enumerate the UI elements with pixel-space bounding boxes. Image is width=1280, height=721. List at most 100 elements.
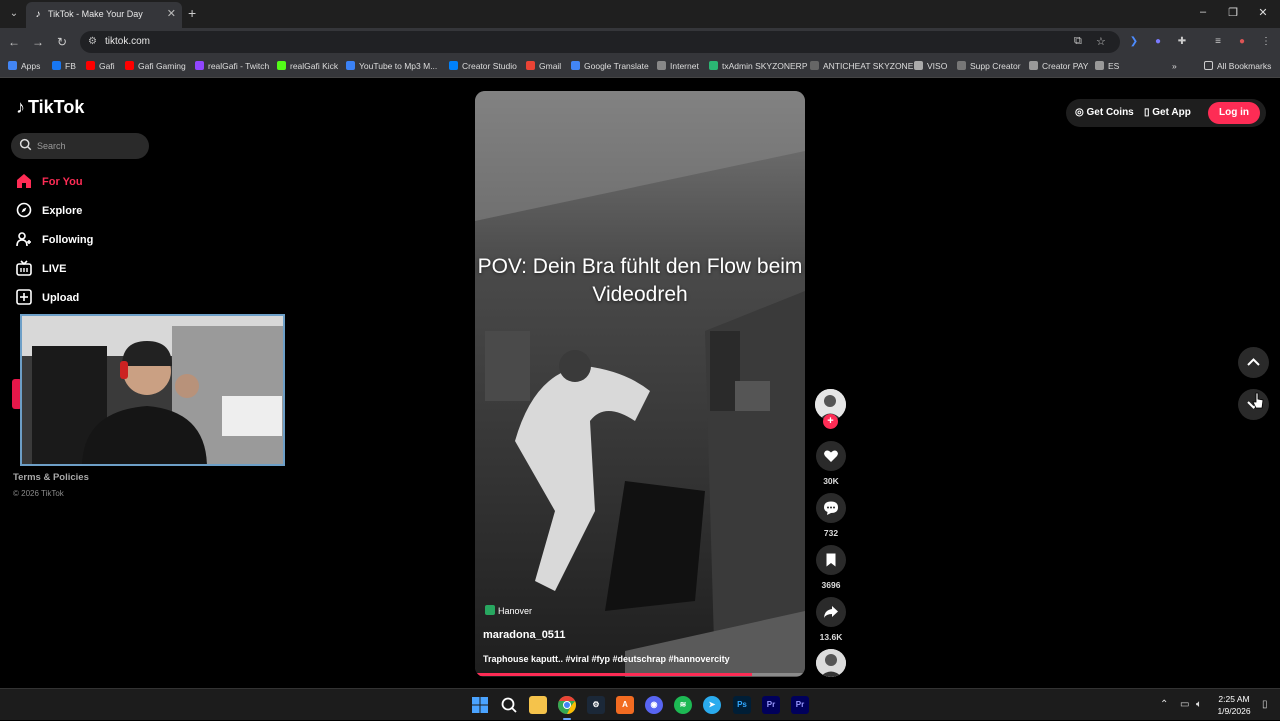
- share-button[interactable]: [816, 597, 846, 627]
- extension-circle-icon[interactable]: ●: [1152, 36, 1164, 48]
- site-info-icon[interactable]: ⚙: [88, 36, 97, 47]
- extension-wave-icon[interactable]: ❯: [1128, 36, 1140, 48]
- bookmark-item[interactable]: FB: [52, 61, 76, 71]
- video-player[interactable]: POV: Dein Bra fühlt den Flow beim Videod…: [475, 91, 805, 677]
- search-input[interactable]: Search: [11, 133, 149, 159]
- following-icon: [16, 232, 31, 247]
- spotify-icon[interactable]: ≋: [674, 696, 692, 714]
- discord-icon[interactable]: ◉: [645, 696, 663, 714]
- bookmark-item[interactable]: Gafi: [86, 61, 115, 71]
- tiktok-logo[interactable]: ♪ TikTok: [16, 97, 84, 118]
- media-control-icon[interactable]: ≡: [1212, 36, 1224, 48]
- globe-icon: [657, 61, 666, 70]
- kick-icon: [277, 61, 286, 70]
- file-explorer-icon[interactable]: [529, 696, 547, 714]
- volume-icon[interactable]: 🔈︎: [1196, 699, 1202, 710]
- get-app-button[interactable]: ▯ Get App: [1144, 107, 1191, 118]
- bookmark-star-icon[interactable]: ☆: [1096, 35, 1106, 48]
- bookmark-item[interactable]: Gmail: [526, 61, 561, 71]
- browser-tab[interactable]: ♪ TikTok - Make Your Day ✕: [26, 2, 182, 28]
- bookmark-item[interactable]: Supp Creator: [957, 61, 1021, 71]
- translate-icon: [571, 61, 580, 70]
- forward-icon[interactable]: →: [30, 34, 46, 50]
- like-count: 30K: [823, 476, 839, 486]
- network-icon[interactable]: ▭: [1180, 699, 1189, 710]
- chevron-up-icon: [1247, 358, 1260, 366]
- youtube-icon: [86, 61, 95, 70]
- app-a-icon[interactable]: A: [616, 696, 634, 714]
- terms-policies-link[interactable]: Terms & Policies: [13, 472, 89, 483]
- premiere-icon-2[interactable]: Pr: [791, 696, 809, 714]
- tray-overflow-icon[interactable]: ⌃: [1160, 699, 1168, 710]
- video-description: Traphouse kaputt.. #viral #fyp #deutschr…: [483, 654, 730, 664]
- txadmin-icon: [709, 61, 718, 70]
- new-tab-icon[interactable]: +: [188, 5, 196, 21]
- taskbar-clock[interactable]: 2:25 AM 1/9/2026: [1212, 693, 1256, 717]
- bookmark-item[interactable]: Google Translate: [571, 61, 649, 71]
- previous-video-button[interactable]: [1238, 347, 1269, 378]
- nav-label: Explore: [42, 205, 83, 217]
- all-bookmarks[interactable]: All Bookmarks: [1204, 61, 1271, 71]
- profile-avatar[interactable]: ●: [1236, 36, 1248, 48]
- tiktok-note-icon: ♪: [16, 97, 25, 117]
- globe-icon: [1029, 61, 1038, 70]
- window-close-icon[interactable]: ✕: [1256, 6, 1270, 19]
- follow-plus-button[interactable]: +: [823, 414, 838, 429]
- install-app-icon[interactable]: ⧉: [1074, 35, 1082, 48]
- bookmark-item[interactable]: Apps: [8, 61, 40, 71]
- restore-icon[interactable]: ❐: [1226, 6, 1240, 19]
- reload-icon[interactable]: ↻: [54, 34, 70, 50]
- folder-icon: [1204, 61, 1213, 70]
- location-tag[interactable]: Hanover: [485, 605, 532, 621]
- bookmark-item[interactable]: ANTICHEAT SKYZONE: [810, 61, 913, 71]
- upload-icon: [16, 289, 32, 305]
- login-button[interactable]: Log in: [1208, 102, 1260, 124]
- notifications-icon[interactable]: ▯: [1262, 699, 1268, 710]
- compass-icon: [16, 202, 32, 218]
- bookmark-item[interactable]: Creator PAY: [1029, 61, 1088, 71]
- windows-start-icon[interactable]: [471, 696, 489, 714]
- get-coins-button[interactable]: ◎ Get Coins: [1075, 107, 1134, 118]
- youtube-icon: [125, 61, 134, 70]
- search-icon: [19, 138, 32, 151]
- like-button[interactable]: [816, 441, 846, 471]
- bookmark-item[interactable]: txAdmin SKYZONERP: [709, 61, 808, 71]
- bookmark-item[interactable]: Internet: [657, 61, 699, 71]
- taskbar-search-icon[interactable]: [500, 696, 518, 714]
- bookmark-item[interactable]: VISO: [914, 61, 947, 71]
- share-icon: [824, 606, 838, 618]
- coin-icon: ◎: [1075, 107, 1087, 118]
- clock-time: 2:25 AM: [1218, 694, 1250, 704]
- anticheat-icon: [810, 61, 819, 70]
- tab-search-icon[interactable]: ⌄: [6, 6, 22, 22]
- webcam-overlay: [20, 314, 285, 466]
- bookmark-item[interactable]: Creator Studio: [449, 61, 517, 71]
- browser-menu-icon[interactable]: ⋮: [1260, 36, 1272, 48]
- video-progress-bar[interactable]: [475, 673, 805, 676]
- tab-close-icon[interactable]: ✕: [167, 7, 176, 20]
- bookmark-item[interactable]: realGafi Kick: [277, 61, 338, 71]
- back-icon[interactable]: ←: [6, 34, 22, 50]
- minimize-icon[interactable]: –: [1196, 6, 1210, 18]
- address-bar[interactable]: ⚙ tiktok.com ⧉ ☆: [80, 31, 1120, 53]
- comment-button[interactable]: [816, 493, 846, 523]
- bookmarks-overflow-icon[interactable]: »: [1172, 61, 1177, 71]
- steam-icon[interactable]: ⚙: [587, 696, 605, 714]
- tiktok-favicon-icon: ♪: [35, 9, 41, 20]
- premiere-icon[interactable]: Pr: [762, 696, 780, 714]
- telegram-icon[interactable]: ➤: [703, 696, 721, 714]
- browser-toolbar: ← → ↻ ⚙ tiktok.com ⧉ ☆ ❯ ● ✚ ≡ ● ⋮: [0, 28, 1280, 56]
- photoshop-icon[interactable]: Ps: [733, 696, 751, 714]
- chrome-icon[interactable]: [558, 696, 576, 714]
- home-icon: [17, 174, 31, 188]
- video-author[interactable]: maradona_0511: [483, 629, 566, 641]
- save-button[interactable]: [816, 545, 846, 575]
- bookmark-item[interactable]: YouTube to Mp3 M...: [346, 61, 437, 71]
- bookmark-item[interactable]: ES: [1095, 61, 1119, 71]
- sound-disc-avatar[interactable]: [816, 649, 846, 677]
- download-icon: [346, 61, 355, 70]
- bookmark-item[interactable]: realGafi - Twitch: [195, 61, 269, 71]
- extensions-puzzle-icon[interactable]: ✚: [1176, 36, 1188, 48]
- bookmark-item[interactable]: Gafi Gaming: [125, 61, 186, 71]
- mouse-cursor-icon: [1252, 392, 1264, 409]
